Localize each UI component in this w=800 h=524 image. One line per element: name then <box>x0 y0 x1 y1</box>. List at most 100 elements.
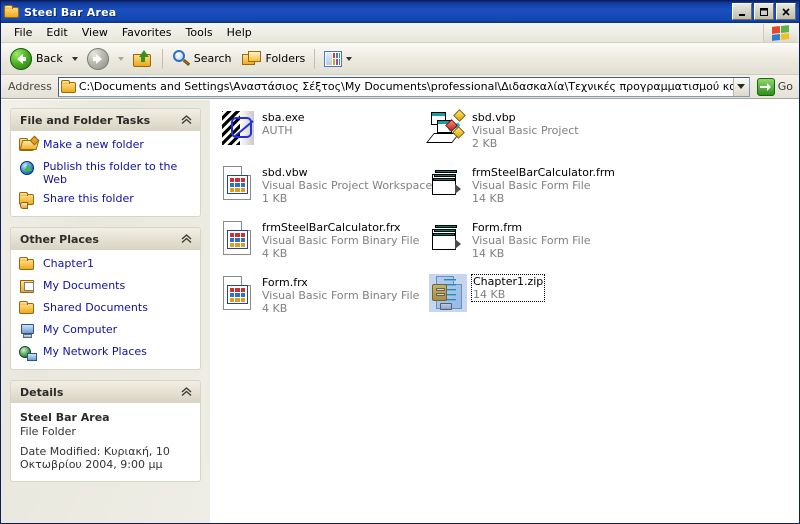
place-chapter1[interactable]: Chapter1 <box>19 257 192 273</box>
back-label: Back <box>36 52 63 65</box>
search-button[interactable]: Search <box>167 46 237 72</box>
file-size: 14 KB <box>472 247 505 260</box>
menu-item-help[interactable]: Help <box>220 24 259 41</box>
chevron-up-icon[interactable] <box>179 386 194 399</box>
place-label: My Documents <box>43 279 126 292</box>
file-tasks-title: File and Folder Tasks <box>20 113 151 127</box>
file-item[interactable]: sbd.vbp Visual Basic Project 2 KB <box>426 106 799 161</box>
details-header[interactable]: Details <box>10 380 201 403</box>
go-button[interactable]: Go <box>754 77 796 96</box>
other-places-panel: Other Places Chapter1 My Documents Share… <box>10 227 201 370</box>
vbfile-icon <box>220 165 256 201</box>
file-tasks-header[interactable]: File and Folder Tasks <box>10 108 201 131</box>
file-item[interactable]: frmSteelBarCalculator.frx Visual Basic F… <box>216 216 426 271</box>
share-folder-icon <box>19 192 37 209</box>
task-share-this-folder[interactable]: Share this folder <box>19 192 192 209</box>
menu-item-favorites[interactable]: Favorites <box>115 24 179 41</box>
other-places-header[interactable]: Other Places <box>10 227 201 250</box>
my-documents-icon <box>19 279 37 295</box>
maximize-button[interactable] <box>754 3 774 20</box>
place-shared-documents[interactable]: Shared Documents <box>19 301 192 317</box>
title-bar[interactable]: Steel Bar Area <box>1 1 799 23</box>
search-icon <box>172 49 190 68</box>
vbp-icon <box>426 109 466 146</box>
new-folder-icon <box>19 135 40 154</box>
other-places-title: Other Places <box>20 232 99 246</box>
go-label: Go <box>777 80 793 93</box>
place-my-computer[interactable]: My Computer <box>19 323 192 339</box>
task-label: Make a new folder <box>43 138 144 151</box>
file-type: Visual Basic Project Workspace <box>262 179 433 192</box>
file-type: Visual Basic Form Binary File <box>262 289 420 302</box>
windows-flag-logo <box>763 24 797 42</box>
chevron-up-icon[interactable] <box>179 114 194 127</box>
toolbar: Back Search Folders <box>1 43 799 75</box>
task-label: Publish this folder to the Web <box>43 160 178 186</box>
back-dropdown-icon[interactable] <box>71 56 78 61</box>
file-item[interactable]: frmSteelBarCalculator.frm Visual Basic F… <box>426 161 799 216</box>
file-type: Visual Basic Form Binary File <box>262 234 420 247</box>
address-value: C:\Documents and Settings\Αναστάσιος Σέξ… <box>78 79 733 93</box>
details-panel: Details Steel Bar Area File Folder Date … <box>10 380 201 482</box>
folder-icon <box>4 4 20 20</box>
details-title: Details <box>20 385 64 399</box>
views-dropdown-icon[interactable] <box>346 56 353 61</box>
back-button[interactable]: Back <box>5 46 68 72</box>
back-arrow-icon <box>10 47 32 70</box>
file-type: Visual Basic Form File <box>472 179 591 192</box>
file-item[interactable]: sbd.vbw Visual Basic Project Workspace 1… <box>216 161 432 216</box>
toolbar-separator-2 <box>314 48 316 69</box>
menu-item-view[interactable]: View <box>75 24 115 41</box>
address-label: Address <box>8 80 52 93</box>
file-item[interactable]: sba.exe AUTH <box>216 106 426 161</box>
file-list[interactable]: sba.exe AUTH sbd.vbp Visual Basic Projec… <box>210 100 799 523</box>
explorer-window: Steel Bar Area File Edit View Favorites … <box>0 0 800 524</box>
shared-documents-icon <box>19 301 37 317</box>
task-publish-to-web[interactable]: Publish this folder to the Web <box>19 160 192 186</box>
place-label: Shared Documents <box>43 301 148 314</box>
file-name: sbd.vbp <box>472 111 516 124</box>
file-type: AUTH <box>262 124 293 137</box>
file-item[interactable]: Form.frx Visual Basic Form Binary File 4… <box>216 271 426 326</box>
details-type: File Folder <box>20 425 76 438</box>
file-name: frmSteelBarCalculator.frm <box>472 166 615 179</box>
file-name: sbd.vbw <box>262 166 308 179</box>
file-size: 1 KB <box>262 192 288 205</box>
details-name: Steel Bar Area <box>20 411 110 424</box>
file-size: 4 KB <box>262 247 288 260</box>
views-icon <box>324 50 343 67</box>
toolbar-separator <box>161 48 163 69</box>
forward-dropdown-icon[interactable] <box>117 56 124 61</box>
up-button[interactable] <box>128 46 158 72</box>
search-label: Search <box>193 52 232 65</box>
forward-button[interactable] <box>82 46 114 72</box>
folders-label: Folders <box>265 52 306 65</box>
my-network-places-icon <box>19 345 37 361</box>
folder-icon <box>19 257 37 273</box>
menu-item-tools[interactable]: Tools <box>179 24 220 41</box>
file-item[interactable]: Form.frm Visual Basic Form File 14 KB <box>426 216 799 271</box>
folders-button[interactable]: Folders <box>237 46 311 72</box>
address-bar: Address C:\Documents and Settings\Αναστά… <box>1 75 799 99</box>
place-my-documents[interactable]: My Documents <box>19 279 192 295</box>
chevron-up-icon[interactable] <box>179 233 194 246</box>
file-item-selected[interactable]: Chapter1.zip 14 KB <box>426 271 799 326</box>
views-button[interactable] <box>319 46 361 72</box>
window-controls <box>732 3 796 20</box>
task-make-new-folder[interactable]: Make a new folder <box>19 135 192 154</box>
menu-item-edit[interactable]: Edit <box>39 24 74 41</box>
minimize-button[interactable] <box>732 3 752 20</box>
menu-bar: File Edit View Favorites Tools Help <box>1 23 799 43</box>
up-folder-icon <box>132 49 153 68</box>
address-input[interactable]: C:\Documents and Settings\Αναστάσιος Σέξ… <box>57 76 750 97</box>
menu-item-file[interactable]: File <box>7 24 39 41</box>
task-label: Share this folder <box>43 192 134 205</box>
place-my-network-places[interactable]: My Network Places <box>19 345 192 361</box>
address-dropdown-icon[interactable] <box>732 77 749 96</box>
frm-icon <box>430 220 466 256</box>
exe-icon <box>220 110 256 146</box>
go-arrow-icon <box>756 77 775 96</box>
my-computer-icon <box>19 323 37 339</box>
place-label: My Network Places <box>43 345 147 358</box>
close-button[interactable] <box>776 3 796 20</box>
